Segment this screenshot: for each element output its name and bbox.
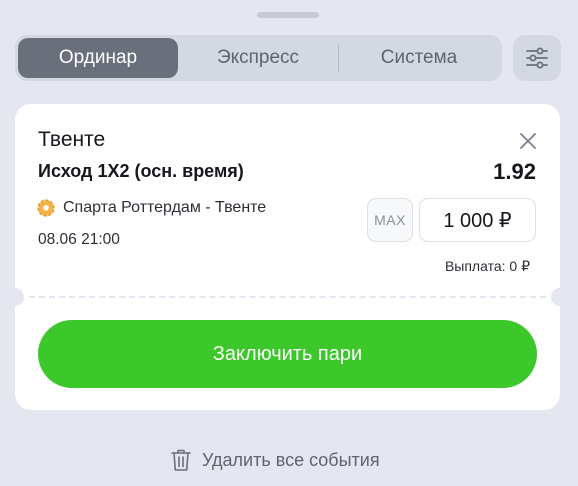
stake-amount-input[interactable]: 1 000 ₽: [419, 198, 536, 242]
tab-system[interactable]: Система: [339, 38, 499, 78]
football-icon: [37, 199, 55, 217]
bet-type-tabs: Ординар Экспресс Система: [15, 35, 502, 81]
bet-selection-title: Твенте: [38, 128, 106, 151]
place-bet-button[interactable]: Заключить пари: [38, 320, 537, 388]
market-name: Исход 1X2 (осн. время): [38, 161, 244, 181]
tab-express-label: Экспресс: [216, 47, 300, 68]
card-notch-left: [6, 288, 24, 306]
tab-single[interactable]: Ординар: [18, 38, 178, 78]
match-info: Спарта Роттердам - Твенте: [37, 199, 266, 217]
match-datetime: 08.06 21:00: [38, 231, 120, 248]
delete-all-label: Удалить все события: [202, 449, 380, 470]
card-notch-right: [551, 288, 569, 306]
tab-system-label: Система: [380, 47, 458, 68]
max-stake-button[interactable]: MAX: [367, 198, 413, 242]
betslip-sheet: Ординар Экспресс Система Твенте Исход 1X…: [0, 0, 578, 486]
remove-bet-button[interactable]: [515, 128, 541, 154]
payout-amount: Выплата: 0 ₽: [444, 258, 530, 274]
bet-card: Твенте Исход 1X2 (осн. время) 1.92 Спарт…: [6, 104, 569, 410]
match-name: Спарта Роттердам - Твенте: [63, 199, 267, 216]
settings-button[interactable]: [513, 35, 561, 81]
sheet-grabber[interactable]: [257, 12, 319, 18]
delete-all-events-button[interactable]: Удалить все события: [171, 448, 380, 472]
card-separator: [29, 296, 546, 298]
close-icon: [520, 133, 536, 149]
sliders-icon: [526, 47, 548, 69]
trash-icon: [171, 449, 191, 471]
odds-value: 1.92: [493, 159, 536, 184]
tab-express[interactable]: Экспресс: [178, 38, 338, 78]
